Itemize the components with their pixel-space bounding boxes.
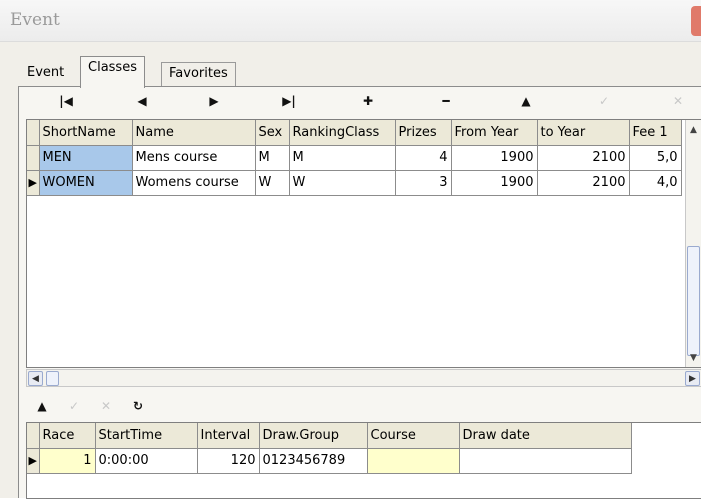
cell-race[interactable]: 1	[39, 448, 96, 474]
first-record-button[interactable]: |◀	[53, 91, 79, 111]
column-header-race[interactable]: Race	[39, 423, 96, 449]
scroll-right-icon[interactable]: ▶	[685, 371, 700, 386]
post-record-button[interactable]: ✓	[591, 91, 617, 111]
cell-draw-date[interactable]	[459, 448, 632, 474]
cell-rankingclass[interactable]: M	[289, 145, 396, 171]
scroll-left-icon[interactable]: ◀	[28, 371, 43, 386]
tab-classes[interactable]: Classes	[80, 56, 145, 88]
refresh-race-button[interactable]: ↻	[127, 396, 149, 416]
classes-tab-page: |◀ ◀ ▶ ▶| ✚ ━ ▲ ✓ ✕ ShortName Name Sex R…	[18, 86, 701, 499]
races-table: Race StartTime Interval Draw.Group Cours…	[27, 423, 632, 474]
column-header-fee-1[interactable]: Fee 1	[629, 120, 682, 146]
next-record-button[interactable]: ▶	[201, 91, 227, 111]
post-race-button[interactable]: ✓	[63, 396, 85, 416]
classes-navigator: |◀ ◀ ▶ ▶| ✚ ━ ▲ ✓ ✕	[41, 87, 701, 115]
cell-interval[interactable]: 120	[197, 448, 260, 474]
cell-fee-1[interactable]: 5,0	[629, 145, 682, 171]
column-header-draw-date[interactable]: Draw date	[459, 423, 632, 449]
table-row[interactable]: ▶ WOMEN Womens course W W 3 1900 2100 4,…	[27, 170, 682, 196]
cell-course[interactable]	[367, 448, 460, 474]
tab-event[interactable]: Event	[20, 62, 72, 86]
title-bar: Event	[0, 0, 701, 42]
column-header-rankingclass[interactable]: RankingClass	[289, 120, 396, 146]
row-indicator-header	[27, 120, 40, 146]
row-indicator[interactable]	[27, 145, 40, 171]
cell-draw-group[interactable]: 0123456789	[259, 448, 368, 474]
cell-sex[interactable]: M	[255, 145, 290, 171]
races-header-row: Race StartTime Interval Draw.Group Cours…	[27, 423, 632, 449]
delete-record-button[interactable]: ━	[433, 91, 459, 111]
classes-table: ShortName Name Sex RankingClass Prizes F…	[27, 120, 682, 196]
column-header-prizes[interactable]: Prizes	[395, 120, 452, 146]
column-header-to-year[interactable]: to Year	[537, 120, 630, 146]
current-row-indicator[interactable]: ▶	[27, 170, 40, 196]
cancel-record-button[interactable]: ✕	[665, 91, 691, 111]
cell-to-year[interactable]: 2100	[537, 145, 630, 171]
scroll-down-icon[interactable]: ▼	[686, 349, 701, 366]
column-header-draw-group[interactable]: Draw.Group	[259, 423, 368, 449]
column-header-shortname[interactable]: ShortName	[39, 120, 133, 146]
window-body: Event Classes Favorites |◀ ◀ ▶ ▶| ✚ ━ ▲ …	[0, 42, 701, 499]
cell-to-year[interactable]: 2100	[537, 170, 630, 196]
row-indicator-header	[27, 423, 40, 449]
tab-favorites[interactable]: Favorites	[161, 62, 236, 86]
cell-shortname[interactable]: WOMEN	[39, 170, 133, 196]
cell-prizes[interactable]: 3	[395, 170, 452, 196]
cell-shortname[interactable]: MEN	[39, 145, 133, 171]
vertical-scroll-thumb[interactable]	[687, 246, 700, 356]
insert-record-button[interactable]: ✚	[355, 91, 381, 111]
cancel-race-button[interactable]: ✕	[95, 396, 117, 416]
cell-sex[interactable]: W	[255, 170, 290, 196]
table-row[interactable]: ▶ 1 0:00:00 120 0123456789	[27, 448, 632, 474]
classes-horizontal-scrollbar[interactable]: ◀ ▶	[26, 369, 701, 387]
close-window-button[interactable]	[691, 6, 701, 36]
column-header-starttime[interactable]: StartTime	[95, 423, 198, 449]
edit-race-button[interactable]: ▲	[31, 396, 53, 416]
cell-name[interactable]: Womens course	[132, 170, 256, 196]
column-header-from-year[interactable]: From Year	[451, 120, 538, 146]
cell-rankingclass[interactable]: W	[289, 170, 396, 196]
races-grid: Race StartTime Interval Draw.Group Cours…	[26, 422, 701, 499]
cell-name[interactable]: Mens course	[132, 145, 256, 171]
cell-fee-1[interactable]: 4,0	[629, 170, 682, 196]
table-row[interactable]: MEN Mens course M M 4 1900 2100 5,0	[27, 145, 682, 171]
classes-grid: ShortName Name Sex RankingClass Prizes F…	[26, 119, 701, 368]
races-navigator: ▲ ✓ ✕ ↻	[31, 394, 231, 418]
cell-from-year[interactable]: 1900	[451, 170, 538, 196]
classes-vertical-scrollbar[interactable]: ▲ ▼	[685, 120, 701, 367]
window-title: Event	[10, 10, 60, 30]
column-header-interval[interactable]: Interval	[197, 423, 260, 449]
classes-header-row: ShortName Name Sex RankingClass Prizes F…	[27, 120, 682, 146]
cell-prizes[interactable]: 4	[395, 145, 452, 171]
cell-starttime[interactable]: 0:00:00	[95, 448, 198, 474]
current-row-indicator[interactable]: ▶	[27, 448, 40, 474]
prior-record-button[interactable]: ◀	[129, 91, 155, 111]
horizontal-scroll-thumb[interactable]	[46, 371, 59, 386]
column-header-course[interactable]: Course	[367, 423, 460, 449]
cell-from-year[interactable]: 1900	[451, 145, 538, 171]
scroll-up-icon[interactable]: ▲	[686, 121, 701, 138]
column-header-sex[interactable]: Sex	[255, 120, 290, 146]
last-record-button[interactable]: ▶|	[276, 91, 302, 111]
edit-record-button[interactable]: ▲	[513, 91, 539, 111]
column-header-name[interactable]: Name	[132, 120, 256, 146]
